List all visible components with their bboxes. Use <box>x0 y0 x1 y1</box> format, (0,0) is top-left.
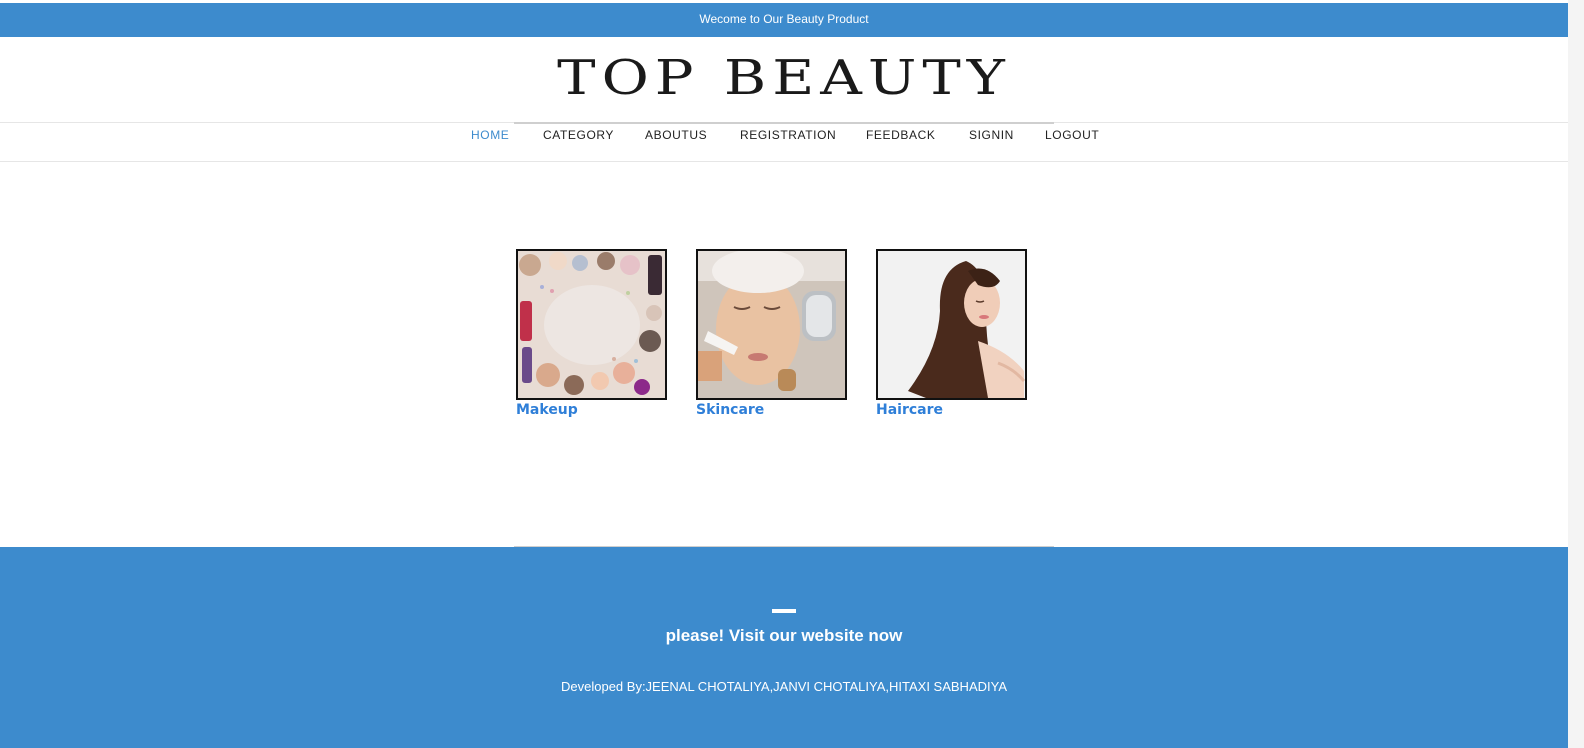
category-link-haircare[interactable]: Haircare <box>876 402 1027 418</box>
welcome-text: Wecome to Our Beauty Product <box>699 12 869 26</box>
nav-feedback[interactable]: FEEDBACK <box>866 127 935 143</box>
site-logo[interactable]: TOP BEAUTY <box>0 54 1584 102</box>
main-nav: HOME CATEGORY ABOUTUS REGISTRATION FEEDB… <box>0 127 1568 143</box>
skincare-image[interactable] <box>696 249 847 400</box>
nav-category[interactable]: CATEGORY <box>543 127 614 143</box>
nav-registration[interactable]: REGISTRATION <box>740 127 836 143</box>
welcome-banner: Wecome to Our Beauty Product <box>0 3 1568 37</box>
haircare-image[interactable] <box>876 249 1027 400</box>
nav-home[interactable]: HOME <box>471 127 509 143</box>
vertical-scrollbar[interactable] <box>1568 0 1584 748</box>
haircare-photo-icon <box>878 251 1025 398</box>
nav-divider-bottom <box>0 161 1568 162</box>
makeup-photo-icon <box>518 251 665 398</box>
page: Wecome to Our Beauty Product TOP BEAUTY … <box>0 0 1568 748</box>
category-card-makeup: Makeup <box>516 249 667 418</box>
nav-logout[interactable]: LOGOUT <box>1045 127 1099 143</box>
footer: please! Visit our website now Developed … <box>0 547 1568 748</box>
footer-credits: Developed By:JEENAL CHOTALIYA,JANVI CHOT… <box>561 679 1007 694</box>
footer-cta: please! Visit our website now <box>665 626 903 645</box>
category-link-makeup[interactable]: Makeup <box>516 402 667 418</box>
makeup-image[interactable] <box>516 249 667 400</box>
category-card-haircare: Haircare <box>876 249 1027 418</box>
footer-dash-icon <box>772 609 796 613</box>
nav-signin[interactable]: SIGNIN <box>969 127 1014 143</box>
category-link-skincare[interactable]: Skincare <box>696 402 847 418</box>
nav-aboutus[interactable]: ABOUTUS <box>645 127 707 143</box>
category-card-skincare: Skincare <box>696 249 847 418</box>
nav-divider-accent <box>514 122 1054 124</box>
skincare-photo-icon <box>698 251 845 398</box>
